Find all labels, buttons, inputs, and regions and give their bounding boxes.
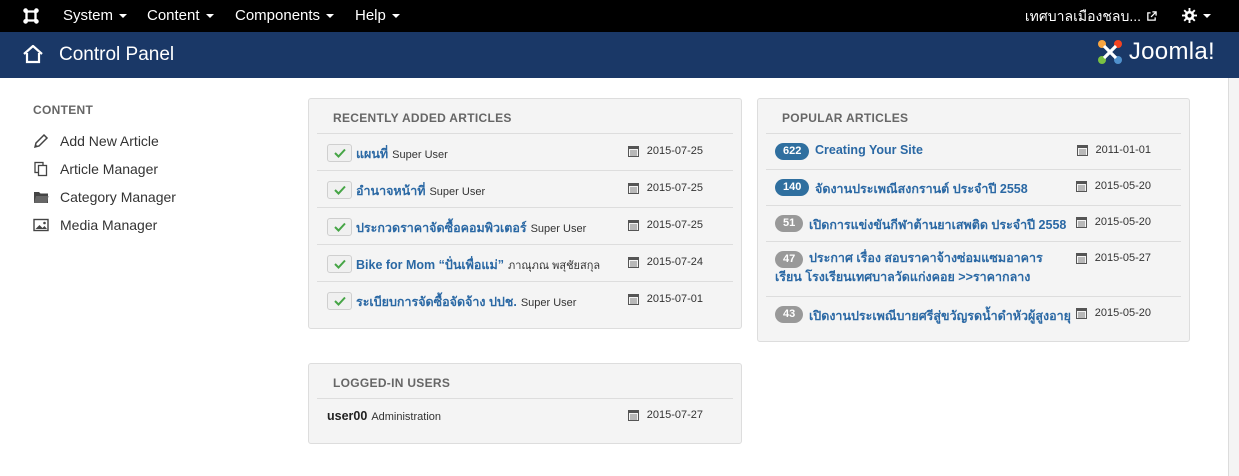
module-heading: POPULAR ARTICLES: [782, 111, 909, 125]
article-link[interactable]: เปิดการแข่งขันกีฬาต้านยาเสพติด ประจำปี 2…: [809, 215, 1066, 235]
published-toggle[interactable]: [327, 181, 352, 199]
article-date: 2015-07-25: [627, 182, 703, 194]
article-link[interactable]: ระเบียบการจัดซื้อจัดจ้าง ปปช. Super User: [356, 292, 576, 312]
article-link[interactable]: ประกวดราคาจัดซื้อคอมพิวเตอร์ Super User: [356, 218, 586, 238]
list-item: แผนที่ Super User 2015-07-25: [317, 134, 733, 171]
check-icon: [333, 185, 346, 195]
article-link[interactable]: แผนที่ Super User: [356, 144, 448, 164]
check-icon: [333, 296, 346, 306]
user-name: user00 Administration: [327, 409, 442, 423]
recent-articles-module: RECENTLY ADDED ARTICLES แผนที่ Super User…: [308, 98, 742, 329]
menu-components[interactable]: Components: [235, 0, 335, 32]
list-item: ประกวดราคาจัดซื้อคอมพิวเตอร์ Super User 2…: [317, 208, 733, 245]
calendar-icon: [627, 146, 639, 157]
calendar-icon: [627, 183, 639, 194]
caret-down-icon: [119, 14, 128, 18]
home-icon[interactable]: [22, 44, 44, 64]
calendar-icon: [627, 294, 639, 305]
caret-down-icon: [391, 14, 400, 18]
module-heading: RECENTLY ADDED ARTICLES: [333, 111, 512, 125]
article-date: 2011-01-01: [1076, 144, 1151, 156]
check-icon: [333, 148, 346, 158]
settings-menu[interactable]: [1182, 8, 1211, 23]
calendar-icon: [627, 410, 639, 421]
caret-down-icon: [326, 14, 335, 18]
caret-down-icon: [205, 14, 214, 18]
article-date: 2015-05-20: [1075, 307, 1151, 319]
article-link[interactable]: จัดงานประเพณีสงกรานต์ ประจำปี 2558: [815, 179, 1028, 199]
list-item: 140 จัดงานประเพณีสงกรานต์ ประจำปี 2558 2…: [766, 170, 1181, 206]
calendar-icon: [1075, 181, 1087, 192]
calendar-icon: [1076, 145, 1088, 156]
article-date: 2015-07-01: [627, 293, 703, 305]
folder-icon: [34, 192, 49, 203]
sidebar-item-media-manager[interactable]: Media Manager: [33, 215, 157, 235]
published-toggle[interactable]: [327, 255, 352, 273]
published-toggle[interactable]: [327, 292, 352, 310]
sidebar-item-add-new-article[interactable]: Add New Article: [33, 131, 159, 151]
top-navbar: System Content Components Help เทศบาลเมื…: [0, 0, 1239, 32]
page-title: Control Panel: [59, 44, 175, 65]
article-date: 2015-05-20: [1075, 216, 1151, 228]
list-item: อำนาจหน้าที่ Super User 2015-07-25: [317, 171, 733, 208]
popular-articles-module: POPULAR ARTICLES 622 Creating Your Site …: [757, 98, 1190, 342]
list-item: 43 เปิดงานประเพณีบายศรีสู่ขวัญรดน้ำดำหัว…: [766, 297, 1181, 333]
check-icon: [333, 259, 346, 269]
article-link[interactable]: อำนาจหน้าที่ Super User: [356, 181, 485, 201]
article-date: 2015-05-20: [1075, 180, 1151, 192]
sidebar-item-article-manager[interactable]: Article Manager: [33, 159, 158, 179]
pencil-icon: [33, 133, 49, 149]
calendar-icon: [1075, 308, 1087, 319]
hits-badge: 622: [775, 143, 810, 160]
page-header: Control Panel Joomla!: [0, 32, 1239, 78]
joomla-logo: Joomla!: [1095, 37, 1215, 67]
calendar-icon: [627, 257, 639, 268]
hits-badge: 140: [775, 179, 810, 196]
module-heading: LOGGED-IN USERS: [333, 376, 451, 390]
image-icon: [33, 218, 49, 232]
published-toggle[interactable]: [327, 218, 352, 236]
hits-badge: 51: [775, 215, 804, 232]
menu-system[interactable]: System: [63, 0, 128, 32]
article-date: 2015-07-24: [627, 256, 703, 268]
calendar-icon: [627, 220, 639, 231]
article-date: 2015-05-27: [1075, 252, 1151, 264]
article-date: 2015-07-25: [627, 219, 703, 231]
calendar-icon: [1075, 253, 1087, 264]
list-item: 51 เปิดการแข่งขันกีฬาต้านยาเสพติด ประจำป…: [766, 206, 1181, 242]
list-item: user00 Administration 2015-07-27: [317, 399, 733, 435]
logged-in-users-module: LOGGED-IN USERS user00 Administration 201…: [308, 363, 742, 444]
external-link-icon: [1147, 10, 1157, 21]
article-link[interactable]: ประกาศ เรื่อง สอบราคาจ้างซ่อมแซมอาคารเรี…: [775, 249, 1065, 287]
list-item: Bike for Mom “ปั่นเพื่อแม่” ภาณุภณ พสุชัย…: [317, 245, 733, 282]
article-link[interactable]: เปิดงานประเพณีบายศรีสู่ขวัญรดน้ำดำหัวผู้…: [809, 306, 1071, 326]
calendar-icon: [1075, 217, 1087, 228]
article-link[interactable]: Creating Your Site: [815, 143, 923, 157]
article-date: 2015-07-25: [627, 145, 703, 157]
joomla-icon[interactable]: [22, 7, 40, 25]
hits-badge: 43: [775, 306, 804, 323]
check-icon: [333, 222, 346, 232]
copy-icon: [34, 161, 48, 177]
gear-icon: [1182, 8, 1197, 23]
brand-name: Joomla!: [1128, 38, 1215, 65]
list-item: 47 ประกาศ เรื่อง สอบราคาจ้างซ่อมแซมอาคาร…: [766, 242, 1181, 297]
site-link[interactable]: เทศบาลเมืองชลบ...: [1025, 0, 1157, 32]
login-date: 2015-07-27: [627, 409, 703, 421]
menu-help[interactable]: Help: [355, 0, 400, 32]
menu-content[interactable]: Content: [147, 0, 214, 32]
joomla-logo-icon: [1097, 40, 1122, 64]
list-item: ระเบียบการจัดซื้อจัดจ้าง ปปช. Super User …: [317, 282, 733, 319]
list-item: 622 Creating Your Site 2011-01-01: [766, 134, 1181, 170]
article-link[interactable]: Bike for Mom “ปั่นเพื่อแม่” ภาณุภณ พสุชัย…: [356, 255, 600, 275]
scrollbar[interactable]: [1228, 78, 1239, 476]
sidebar-item-category-manager[interactable]: Category Manager: [33, 187, 176, 207]
caret-down-icon: [1203, 13, 1211, 18]
published-toggle[interactable]: [327, 144, 352, 162]
sidebar-heading: CONTENT: [33, 103, 94, 117]
